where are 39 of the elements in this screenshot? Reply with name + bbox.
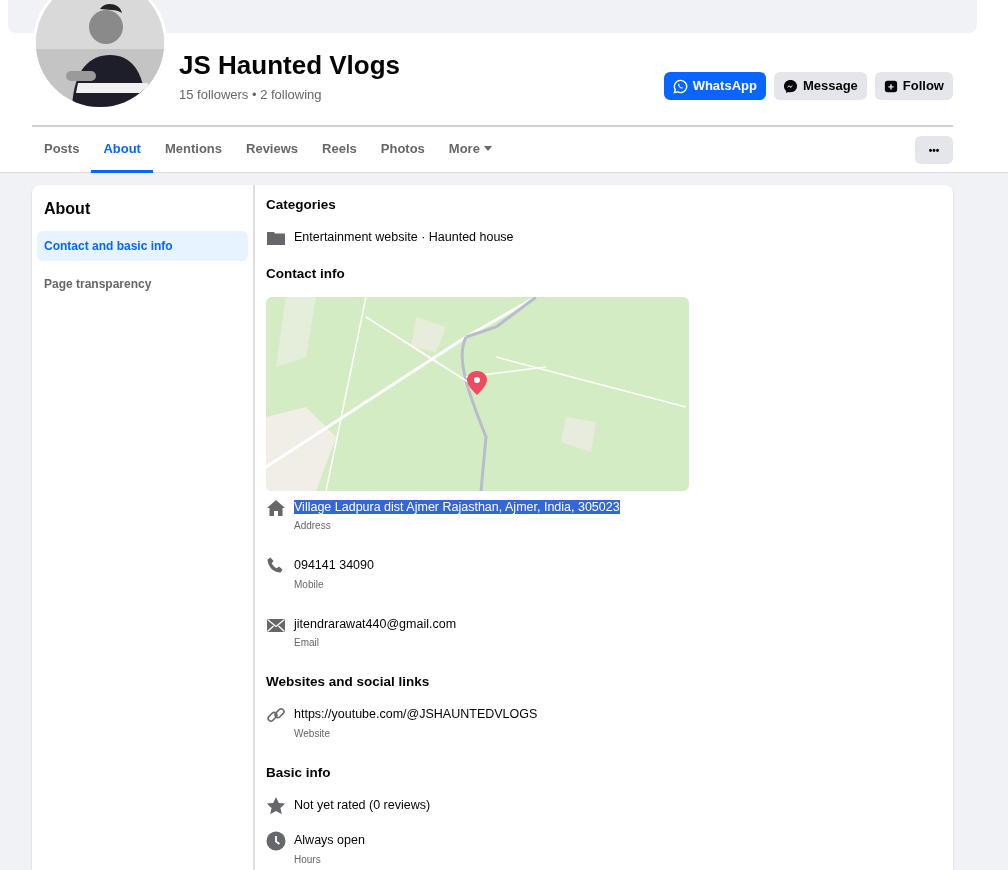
chat-bubble-icon (782, 78, 798, 94)
tab[interactable]: Reviews (234, 127, 311, 173)
sidebar-item[interactable]: Contact and basic info (37, 231, 248, 261)
more-tab[interactable]: More (436, 127, 504, 173)
follow-button[interactable]: Follow (874, 72, 953, 100)
caret-icon (483, 145, 492, 152)
sidebar-item[interactable]: Page transparency (37, 269, 248, 299)
tab[interactable]: Mentions (152, 127, 234, 173)
tab[interactable]: Reels (310, 127, 369, 173)
home-icon (266, 497, 286, 518)
info-caption: Email (294, 636, 320, 650)
info-caption: Address (294, 519, 332, 533)
section-title: Websites and social links (266, 673, 431, 691)
info-text: Always open (294, 833, 365, 847)
info-text: https://youtube.com/@JSHAUNTEDVLOGS (294, 707, 538, 722)
more-options-button[interactable]: ••• (915, 136, 953, 164)
info-text: Village Ladpura dist Ajmer Rajasthan, Ajmer, India, 305023 (294, 499, 620, 514)
info-text: 094141 34090 (294, 558, 374, 572)
message-button[interactable]: Message (773, 72, 867, 100)
info-text: jitendrarawat440@gmail.com (294, 616, 457, 631)
tab[interactable]: About (91, 127, 153, 173)
info-text: Not yet rated (0 reviews) (294, 798, 431, 812)
star-icon (266, 796, 286, 816)
chat-bubble-icon (672, 78, 688, 94)
follower-stats: 15 followers • 2 following (179, 86, 322, 104)
clock-icon (266, 831, 286, 851)
about-title: About (44, 199, 92, 219)
add-icon (883, 79, 898, 93)
section-title: Categories (266, 196, 337, 214)
info-text: Entertainment website · Haunted house (294, 230, 514, 245)
tab[interactable]: Photos (368, 127, 437, 173)
info-caption: Hours (294, 852, 322, 867)
info-caption: Mobile (294, 577, 325, 592)
tab[interactable]: Posts (32, 127, 92, 173)
page-name: JS Haunted Vlogs (179, 50, 401, 82)
section-title: Contact info (266, 265, 346, 284)
info-caption: Website (294, 726, 331, 741)
whatsapp-button[interactable]: WhatsApp (663, 72, 766, 100)
section-title: Basic info (266, 763, 332, 782)
